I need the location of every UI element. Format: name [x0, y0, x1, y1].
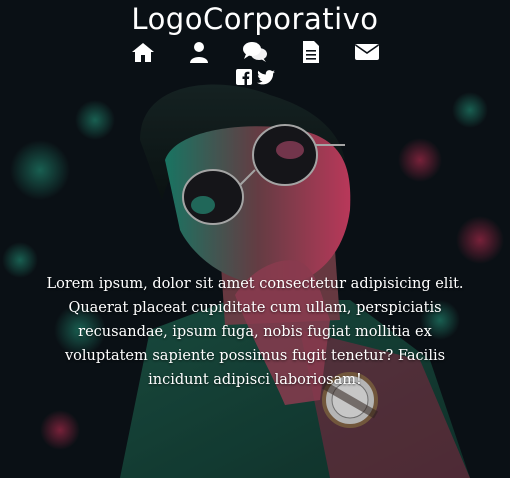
nav-document-link[interactable] [298, 40, 324, 64]
user-icon [190, 42, 208, 63]
logo-text[interactable]: LogoCorporativo [0, 2, 510, 36]
social-links [0, 68, 510, 86]
envelope-icon [355, 44, 379, 60]
nav-contact-link[interactable] [354, 40, 380, 64]
hero-section: LogoCorporativo Lorem ipsum, dolor sit a… [0, 0, 510, 478]
nav-home-link[interactable] [130, 40, 156, 64]
comments-icon [243, 42, 267, 62]
facebook-link[interactable] [234, 68, 254, 86]
twitter-icon [257, 69, 275, 84]
nav-chat-link[interactable] [242, 40, 268, 64]
nav-profile-link[interactable] [186, 40, 212, 64]
hero-description: Lorem ipsum, dolor sit amet consectetur … [46, 275, 464, 388]
facebook-icon [236, 69, 252, 85]
document-icon [303, 41, 319, 63]
home-icon [132, 43, 154, 62]
main-navigation [0, 40, 510, 64]
twitter-link[interactable] [256, 68, 276, 86]
